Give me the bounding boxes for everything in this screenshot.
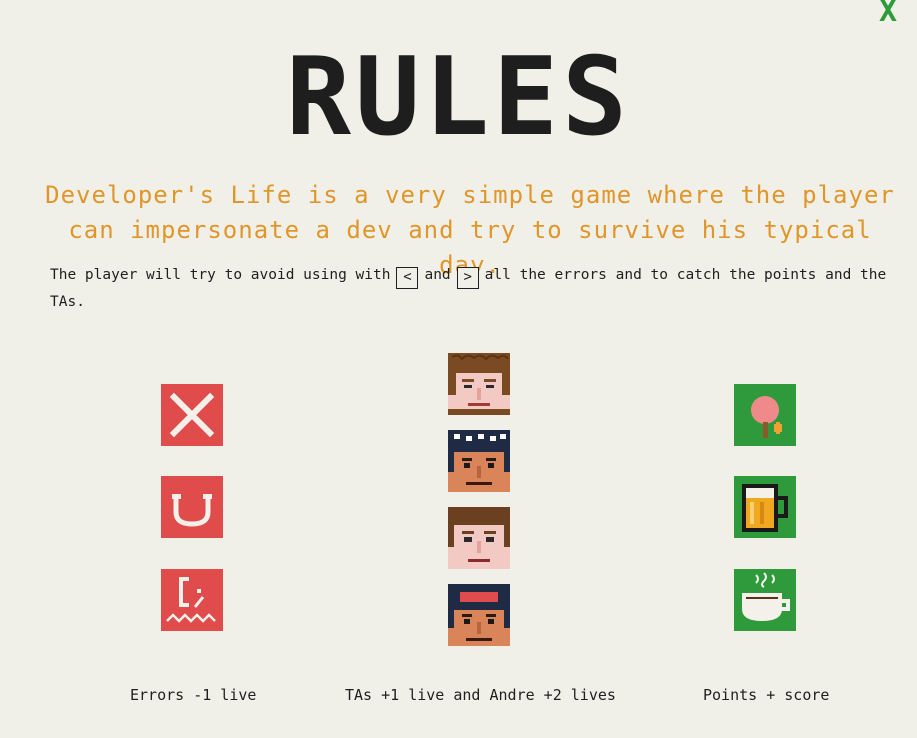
rules-description: The player will try to avoid using with <…	[50, 262, 900, 315]
errors-caption: Errors -1 live	[130, 686, 257, 704]
tas-caption: TAs +1 live and Andre +2 lives	[345, 686, 616, 704]
close-button[interactable]: X	[873, 0, 903, 28]
points-caption: Points + score	[703, 686, 830, 704]
ta-face-2	[448, 430, 510, 492]
rules-and: and	[424, 267, 451, 283]
x-error-icon	[161, 384, 223, 446]
andre-face	[448, 584, 510, 646]
beer-icon	[734, 476, 796, 538]
ta-face-1	[448, 353, 510, 415]
ping-pong-icon	[734, 384, 796, 446]
rules-part1: The player will try to avoid using with	[50, 267, 391, 283]
coffee-icon	[734, 569, 796, 631]
bracket-error-icon	[161, 569, 223, 631]
left-arrow-key-icon: <	[396, 267, 419, 289]
right-arrow-key-icon: >	[456, 267, 479, 289]
page-title: RULES	[285, 35, 632, 160]
magnet-error-icon	[161, 476, 223, 538]
ta-face-3	[448, 507, 510, 569]
